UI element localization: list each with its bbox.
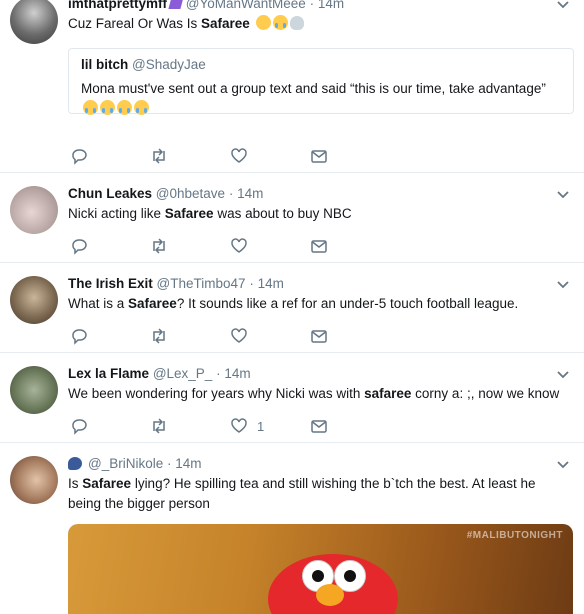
dm-icon: [311, 150, 327, 163]
dm-button[interactable]: [310, 146, 328, 166]
crying-face-icon: [83, 100, 98, 115]
separator-dot: ·: [228, 186, 234, 201]
reply-button[interactable]: [70, 236, 88, 256]
avatar[interactable]: [10, 276, 58, 324]
display-name[interactable]: Lex la Flame: [68, 366, 149, 381]
tweet-text: Cuz Fareal Or Was Is Safaree: [68, 14, 568, 34]
timestamp[interactable]: 14m: [175, 456, 201, 471]
like-button[interactable]: [230, 326, 248, 346]
separator-dot: ·: [309, 0, 315, 11]
skull-icon: [289, 16, 304, 30]
dm-icon: [311, 420, 327, 433]
timestamp[interactable]: 14m: [258, 276, 284, 291]
like-count: 1: [257, 418, 265, 434]
retweet-button[interactable]: [150, 236, 168, 256]
nose-shape: [316, 584, 344, 606]
like-icon: [231, 148, 247, 163]
badge-icon: [168, 0, 184, 9]
tweet-header: imthatprettymff @YoManWantMeee · 14m: [68, 0, 344, 11]
like-icon: [231, 418, 247, 433]
dm-icon: [311, 330, 327, 343]
quote-handle: @ShadyJae: [132, 57, 206, 72]
like-button[interactable]: 1: [230, 416, 264, 436]
separator-dot: ·: [216, 366, 221, 381]
handle[interactable]: @_BriNikole: [88, 456, 163, 471]
speaking-head-icon: [68, 457, 82, 470]
crying-face-icon: [117, 100, 132, 115]
tweet-actions: [68, 236, 368, 256]
tweet[interactable]: The Irish Exit @TheTimbo47 · 14m What is…: [0, 262, 584, 353]
handle[interactable]: @TheTimbo47: [157, 276, 246, 291]
worried-face-icon: [255, 15, 271, 30]
retweet-icon: [153, 238, 165, 254]
separator-dot: ·: [167, 456, 172, 471]
dm-button[interactable]: [310, 416, 328, 436]
tweet-header: The Irish Exit @TheTimbo47 · 14m: [68, 276, 284, 291]
timestamp[interactable]: 14m: [224, 366, 250, 381]
retweet-icon: [153, 418, 165, 434]
timestamp[interactable]: 14m: [237, 186, 263, 201]
retweet-icon: [153, 328, 165, 344]
avatar[interactable]: [10, 456, 58, 504]
reply-icon: [72, 419, 87, 435]
tweet-header: Chun Leakes @0hbetave · 14m: [68, 186, 263, 201]
chevron-down-icon[interactable]: [556, 370, 570, 380]
reply-button[interactable]: [70, 146, 88, 166]
tweet-feed: imthatprettymff @YoManWantMeee · 14m Cuz…: [0, 0, 584, 614]
reply-icon: [72, 329, 87, 345]
tweet-actions: [68, 326, 368, 346]
tweet[interactable]: imthatprettymff @YoManWantMeee · 14m Cuz…: [0, 0, 584, 173]
timestamp[interactable]: 14m: [318, 0, 344, 11]
quoted-tweet[interactable]: lil bitch @ShadyJae Mona must've sent ou…: [68, 48, 574, 115]
tweet-header: Lex la Flame @Lex_P_ · 14m: [68, 366, 251, 381]
chevron-down-icon[interactable]: [556, 0, 570, 10]
chevron-down-icon[interactable]: [556, 460, 570, 470]
tweet-text: Is Safaree lying? He spilling tea and st…: [68, 476, 536, 511]
like-button[interactable]: [230, 236, 248, 256]
tweet-text: What is a Safaree? It sounds like a ref …: [68, 296, 519, 311]
avatar[interactable]: [10, 186, 58, 234]
display-name[interactable]: The Irish Exit: [68, 276, 153, 291]
tweet[interactable]: Chun Leakes @0hbetave · 14m Nicki acting…: [0, 172, 584, 263]
tweet-text: Nicki acting like Safaree was about to b…: [68, 206, 352, 221]
avatar[interactable]: [10, 0, 58, 44]
tweet-media-gif[interactable]: #MALIBUTONIGHT: [68, 524, 573, 614]
reply-icon: [72, 149, 87, 165]
tweet-actions: 1: [68, 416, 368, 436]
handle[interactable]: @YoManWantMeee: [186, 0, 306, 11]
tweet[interactable]: Lex la Flame @Lex_P_ · 14m We been wonde…: [0, 352, 584, 443]
like-button[interactable]: [230, 146, 248, 166]
retweet-button[interactable]: [150, 146, 168, 166]
dm-button[interactable]: [310, 236, 328, 256]
retweet-icon: [153, 148, 165, 164]
avatar[interactable]: [10, 366, 58, 414]
display-name[interactable]: imthatprettymff: [68, 0, 167, 11]
like-icon: [231, 328, 247, 343]
separator-dot: ·: [249, 276, 254, 291]
like-icon: [231, 238, 247, 253]
handle[interactable]: @0hbetave: [156, 186, 225, 201]
retweet-button[interactable]: [150, 416, 168, 436]
elmo-image: [268, 554, 398, 614]
retweet-button[interactable]: [150, 326, 168, 346]
crying-face-icon: [272, 15, 288, 30]
crying-face-icon: [134, 100, 149, 115]
handle[interactable]: @Lex_P_: [153, 366, 213, 381]
reply-button[interactable]: [70, 416, 88, 436]
tweet-header: @_BriNikole · 14m: [68, 456, 202, 471]
dm-button[interactable]: [310, 326, 328, 346]
reply-button[interactable]: [70, 326, 88, 346]
chevron-down-icon[interactable]: [556, 190, 570, 200]
quote-header: lil bitch @ShadyJae: [81, 57, 206, 72]
tweet-text: We been wondering for years why Nicki wa…: [68, 386, 560, 401]
crying-face-icon: [100, 100, 115, 115]
tweet-actions: [68, 146, 368, 166]
quote-text: Mona must've sent out a group text and s…: [81, 79, 551, 119]
chevron-down-icon[interactable]: [556, 280, 570, 290]
media-watermark: #MALIBUTONIGHT: [466, 530, 563, 541]
dm-icon: [311, 240, 327, 253]
display-name[interactable]: Chun Leakes: [68, 186, 152, 201]
quote-display-name: lil bitch: [81, 57, 129, 72]
reply-icon: [72, 239, 87, 255]
